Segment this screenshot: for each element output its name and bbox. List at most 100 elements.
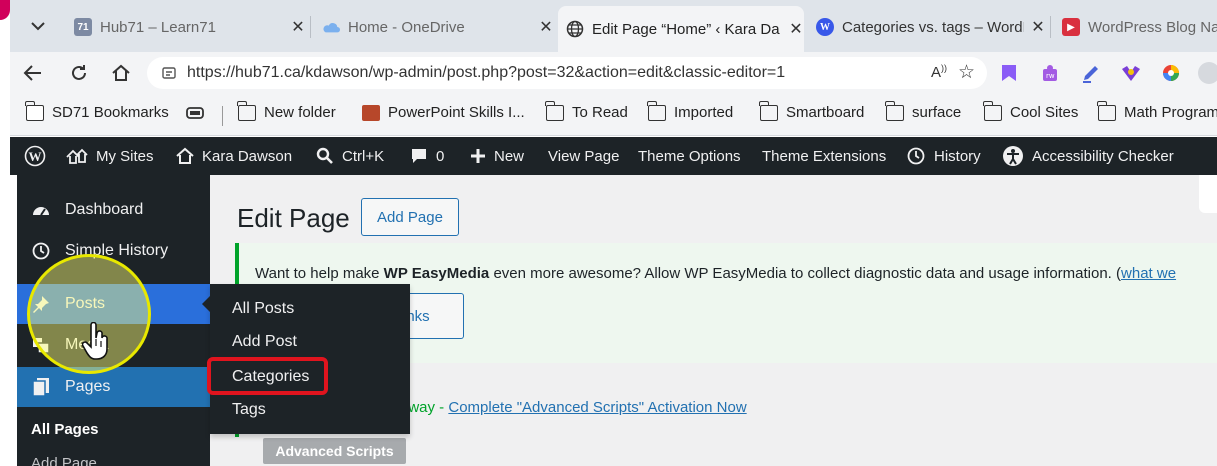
theme-options-label: Theme Options [638,147,741,165]
bookmark-label: SD71 Bookmarks [52,104,169,121]
bookmark-surface[interactable]: surface [885,100,962,121]
window-corner-accent [0,0,10,20]
screen-options-tab[interactable] [1199,175,1217,213]
extension-pen-icon[interactable] [1080,62,1102,84]
back-button[interactable] [20,60,46,86]
bookmark-smartboard[interactable]: Smartboard [759,100,864,121]
extension-puzzle-icon[interactable]: rw [1040,62,1062,84]
home-icon [176,147,194,165]
tab-divider [310,16,311,38]
bookmark-device[interactable] [186,106,204,120]
hand-cursor-icon [82,322,108,360]
history-icon [31,241,51,261]
bookmark-divider [222,106,223,126]
tab-bar: 71 Hub71 – Learn71 ✕ Home - OneDrive ✕ E… [10,0,1217,52]
flyout-item-tags[interactable]: Tags [232,401,266,419]
tab-hub71[interactable]: 71 Hub71 – Learn71 ✕ [66,8,306,46]
notice-plugin-name: WP EasyMedia [383,265,490,282]
new-content-menu[interactable]: New [470,137,524,175]
svg-text:rw: rw [1046,72,1055,80]
advanced-scripts-button[interactable]: Advanced Scripts [263,438,406,464]
bookmark-imported[interactable]: Imported [647,100,733,121]
bookmark-label: Cool Sites [1010,104,1079,121]
bookmark-sd71[interactable]: SD71 Bookmarks [25,100,169,121]
view-page-link[interactable]: View Page [548,137,619,175]
folder-icon [1097,100,1116,121]
history-label: History [934,147,981,165]
favorite-star-icon[interactable]: ☆ [958,61,975,84]
view-page-label: View Page [548,147,620,165]
youtube-icon: ▶ [1062,18,1080,36]
search-shortcut-label: Ctrl+K [342,147,385,165]
home-button[interactable] [108,60,134,86]
theme-extensions-menu[interactable]: Theme Extensions [762,137,886,175]
profile-avatar[interactable] [1198,62,1217,84]
close-icon[interactable]: ✕ [1030,17,1046,37]
extension-fan-icon[interactable] [1120,62,1142,84]
sidebar-subitem-add-page[interactable]: Add Page [17,455,210,466]
notice-what-we-link[interactable]: what we [1121,265,1176,282]
flyout-item-all-posts[interactable]: All Posts [232,300,294,318]
bookmark-label: surface [912,104,962,121]
page-title: Edit Page [237,203,350,233]
my-sites-icon [66,147,88,165]
sidebar-item-dashboard[interactable]: Dashboard [17,190,210,230]
categories-highlight-box [207,357,328,395]
url-field[interactable]: https://hub71.ca/kdawson/wp-admin/post.p… [147,57,987,89]
wp-logo-button[interactable]: W [24,137,46,175]
bookmark-label: PowerPoint Skills I... [388,104,525,121]
my-sites-menu[interactable]: My Sites [66,137,154,175]
bookmark-cool-sites[interactable]: Cool Sites [983,100,1079,121]
tab-categories-vs-tags[interactable]: W Categories vs. tags – WordP ✕ [810,8,1046,46]
sidebar-subitem-all-pages[interactable]: All Pages [17,421,210,438]
bookmark-math-program[interactable]: Math Program [1097,100,1217,121]
device-icon [186,107,204,119]
bookmark-to-read[interactable]: To Read [545,100,628,121]
refresh-icon [72,65,86,80]
bookmark-new-folder[interactable]: New folder [237,100,336,121]
theme-options-menu[interactable]: Theme Options [638,137,741,175]
tab-actions-button[interactable] [16,10,60,42]
accessibility-checker-menu[interactable]: Accessibility Checker [1002,137,1174,175]
tab-wordpress-blog[interactable]: ▶ WordPress Blog Na [1056,8,1217,46]
wordpress-icon: W [24,145,46,167]
extension-bookmark-icon[interactable] [998,62,1020,84]
read-aloud-icon[interactable]: A)) [931,63,947,81]
tab-edit-page[interactable]: Edit Page “Home” ‹ Kara Da ✕ [558,6,804,52]
chevron-down-icon [31,22,45,31]
tab-title: Hub71 – Learn71 [100,18,216,36]
admin-search[interactable]: Ctrl+K [316,137,384,175]
bookmark-powerpoint[interactable]: PowerPoint Skills I... [362,104,525,121]
new-label: New [494,147,525,165]
site-info-icon[interactable] [161,65,177,81]
refresh-button[interactable] [66,60,92,86]
site-name-menu[interactable]: Kara Dawson [176,137,292,175]
sidebar-item-pages[interactable]: Pages [17,367,210,407]
wp-admin-bar: W My Sites Kara Dawson Ctrl+K 0 New View… [10,137,1217,175]
tab-title: Edit Page “Home” ‹ Kara Da [592,20,780,38]
bookmark-label: To Read [572,104,628,121]
sidebar-item-label: Pages [65,378,111,395]
close-icon[interactable]: ✕ [538,17,554,37]
wordpress-icon: W [816,18,834,36]
tab-onedrive[interactable]: Home - OneDrive ✕ [314,8,554,46]
bookmarks-bar: SD71 Bookmarks New folder PowerPoint Ski… [10,94,1217,136]
plus-icon [470,148,486,164]
site-name-label: Kara Dawson [202,147,293,165]
bookmark-folder-icon [25,100,44,121]
accessibility-icon [1002,145,1024,167]
onedrive-icon [322,18,340,36]
tab-title: Home - OneDrive [348,18,465,36]
add-page-button[interactable]: Add Page [361,198,459,236]
flyout-item-add-post[interactable]: Add Post [232,333,297,351]
notice-prefix: Want to help make [255,265,384,282]
history-menu[interactable]: History [906,137,981,175]
comments-menu[interactable]: 0 [410,137,444,175]
folder-icon [885,100,904,121]
hub71-icon: 71 [74,18,92,36]
close-icon[interactable]: ✕ [788,19,804,39]
extension-colorwheel-icon[interactable] [1160,62,1182,84]
activation-link[interactable]: Complete "Advanced Scripts" Activation N… [448,399,746,416]
notice-text: Want to help make WP EasyMedia even more… [255,265,1176,282]
close-icon[interactable]: ✕ [290,17,306,37]
